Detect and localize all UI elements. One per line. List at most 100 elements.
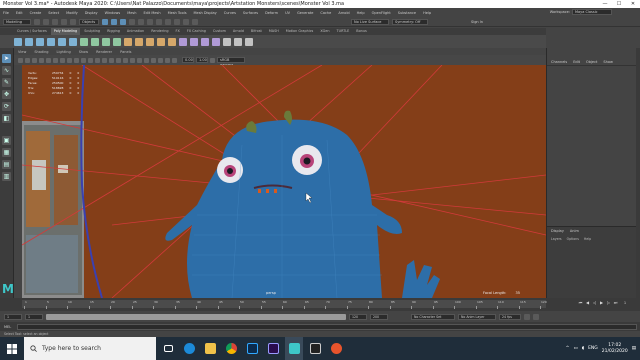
select-by-hierarchy-icon[interactable] — [102, 18, 108, 25]
fill-hole-icon[interactable] — [168, 37, 176, 46]
network-icon[interactable]: ▭ — [573, 346, 577, 351]
selection-mode-dropdown[interactable]: Objects — [79, 18, 99, 25]
menu-create[interactable]: Create — [30, 11, 42, 15]
anti-aliasing-icon[interactable] — [144, 57, 149, 63]
menu-set-dropdown[interactable]: Modeling — [3, 18, 31, 25]
windows-start-button[interactable] — [0, 337, 24, 360]
exposure-field[interactable]: 0.00 — [182, 57, 194, 63]
chrome-icon[interactable] — [222, 337, 240, 360]
menu-deform[interactable]: Deform — [265, 11, 278, 15]
gamma-field[interactable]: 1.00 — [196, 57, 208, 63]
menu-cache[interactable]: Cache — [320, 11, 331, 15]
menu-edit[interactable]: Edit — [16, 11, 23, 15]
current-frame-field[interactable]: 1 — [620, 300, 630, 306]
quad-draw-icon[interactable] — [212, 37, 220, 46]
side-panel-tabs[interactable] — [636, 48, 640, 298]
taskbar-search[interactable]: Type here to search — [24, 337, 156, 360]
bevel-icon[interactable] — [146, 37, 154, 46]
time-slider[interactable]: 1 5 10 15 20 25 30 35 40 45 50 55 60 65 70 75 80 85 90 95 10… — [0, 298, 640, 311]
volume-icon[interactable]: ◖ — [582, 346, 584, 351]
go-to-end-icon[interactable]: ⏭ — [613, 300, 618, 306]
menu-select[interactable]: Select — [48, 11, 59, 15]
menu-help[interactable]: Help — [357, 11, 365, 15]
poly-cone-icon[interactable] — [47, 37, 55, 46]
mel-label[interactable]: MEL — [4, 325, 11, 329]
menu-arnold[interactable]: Arnold — [338, 11, 349, 15]
poly-cylinder-icon[interactable] — [36, 37, 44, 46]
poly-sphere-icon[interactable] — [14, 37, 22, 46]
menu-curves[interactable]: Curves — [224, 11, 236, 15]
uv-editor-icon[interactable] — [223, 37, 231, 46]
character-set-dropdown[interactable]: No Character Set — [411, 313, 455, 320]
snap-curve-icon[interactable] — [138, 18, 144, 25]
poly-torus-icon[interactable] — [58, 37, 66, 46]
menu-help-2[interactable]: Help — [423, 11, 431, 15]
animation-end-field[interactable]: 200 — [370, 313, 388, 320]
render-settings-icon[interactable] — [183, 18, 189, 25]
maximize-button[interactable]: ☐ — [612, 0, 626, 8]
panel-menu-show[interactable]: Show — [79, 50, 88, 54]
gate-mask-icon[interactable] — [67, 57, 72, 63]
boolean-icon[interactable] — [113, 37, 121, 46]
render-icon[interactable] — [165, 18, 171, 25]
fps-dropdown[interactable]: 24 fps — [499, 313, 521, 320]
smooth-icon[interactable] — [102, 37, 110, 46]
bridge-icon[interactable] — [135, 37, 143, 46]
backface-culling-icon[interactable] — [172, 57, 177, 63]
panel-menu-shading[interactable]: Shading — [34, 50, 48, 54]
shelf-tab-rigging[interactable]: Rigging — [104, 28, 123, 35]
snap-grid-icon[interactable] — [129, 18, 135, 25]
channel-object-menu[interactable]: Object — [586, 60, 597, 64]
isolate-select-icon[interactable] — [151, 57, 156, 63]
view-transform-dropdown[interactable]: sRGB gamma — [217, 57, 245, 67]
target-weld-icon[interactable] — [190, 37, 198, 46]
edge-browser-icon[interactable] — [180, 337, 198, 360]
layers-menu[interactable]: Layers — [551, 237, 562, 241]
camera-attributes-icon[interactable] — [25, 57, 30, 63]
select-tool-icon[interactable]: ➤ — [2, 54, 11, 63]
xray-icon[interactable] — [158, 57, 163, 63]
time-slider-track[interactable]: 1 5 10 15 20 25 30 35 40 45 50 55 60 65 70 75 80 85 90 95 10… — [22, 300, 547, 309]
save-scene-icon[interactable] — [52, 18, 58, 25]
snap-point-icon[interactable] — [147, 18, 153, 25]
safe-title-icon[interactable] — [88, 57, 93, 63]
sign-in-link[interactable]: Sign In — [471, 20, 483, 24]
film-gate-icon[interactable] — [53, 57, 58, 63]
outliner-layout-icon[interactable]: ▤ — [2, 160, 11, 169]
layer-help-menu[interactable]: Help — [584, 237, 591, 241]
xray-joints-icon[interactable] — [165, 57, 170, 63]
menu-mesh[interactable]: Mesh — [127, 11, 136, 15]
tray-chevron-icon[interactable]: ^ — [566, 346, 570, 351]
minimize-button[interactable]: — — [598, 0, 612, 8]
graph-layout-icon[interactable]: ▥ — [2, 172, 11, 181]
multi-cut-icon[interactable] — [179, 37, 187, 46]
auto-key-icon[interactable] — [524, 313, 530, 320]
shelf-tab-animation[interactable]: Animation — [124, 28, 147, 35]
menu-surfaces[interactable]: Surfaces — [243, 11, 258, 15]
channel-edit-menu[interactable]: Edit — [573, 60, 580, 64]
poly-cube-icon[interactable] — [25, 37, 33, 46]
select-camera-icon[interactable] — [18, 57, 23, 63]
animation-prefs-icon[interactable] — [533, 313, 539, 320]
playback-start-field[interactable]: 1 — [25, 313, 43, 320]
menu-file[interactable]: File — [3, 11, 9, 15]
connect-icon[interactable] — [201, 37, 209, 46]
poly-plane-icon[interactable] — [69, 37, 77, 46]
ipr-render-icon[interactable] — [174, 18, 180, 25]
shelf-tab-fx-caching[interactable]: FX Caching — [184, 28, 209, 35]
undo-icon[interactable] — [61, 18, 67, 25]
safe-action-icon[interactable] — [81, 57, 86, 63]
rotate-tool-icon[interactable]: ⟳ — [2, 102, 11, 111]
resolution-gate-icon[interactable] — [60, 57, 65, 63]
menu-openflight[interactable]: OpenFlight — [372, 11, 391, 15]
paint-select-icon[interactable]: ✎ — [2, 78, 11, 87]
panel-menu-panels[interactable]: Panels — [120, 50, 131, 54]
menu-mesh-tools[interactable]: Mesh Tools — [168, 11, 187, 15]
channels-menu[interactable]: Channels — [551, 60, 567, 64]
go-to-start-icon[interactable]: ⏮ — [578, 300, 583, 306]
extrude-icon[interactable] — [124, 37, 132, 46]
media-player-icon[interactable] — [327, 337, 345, 360]
file-explorer-icon[interactable] — [201, 337, 219, 360]
automatic-map-icon[interactable] — [245, 37, 253, 46]
step-forward-icon[interactable]: ▷ — [606, 300, 611, 306]
